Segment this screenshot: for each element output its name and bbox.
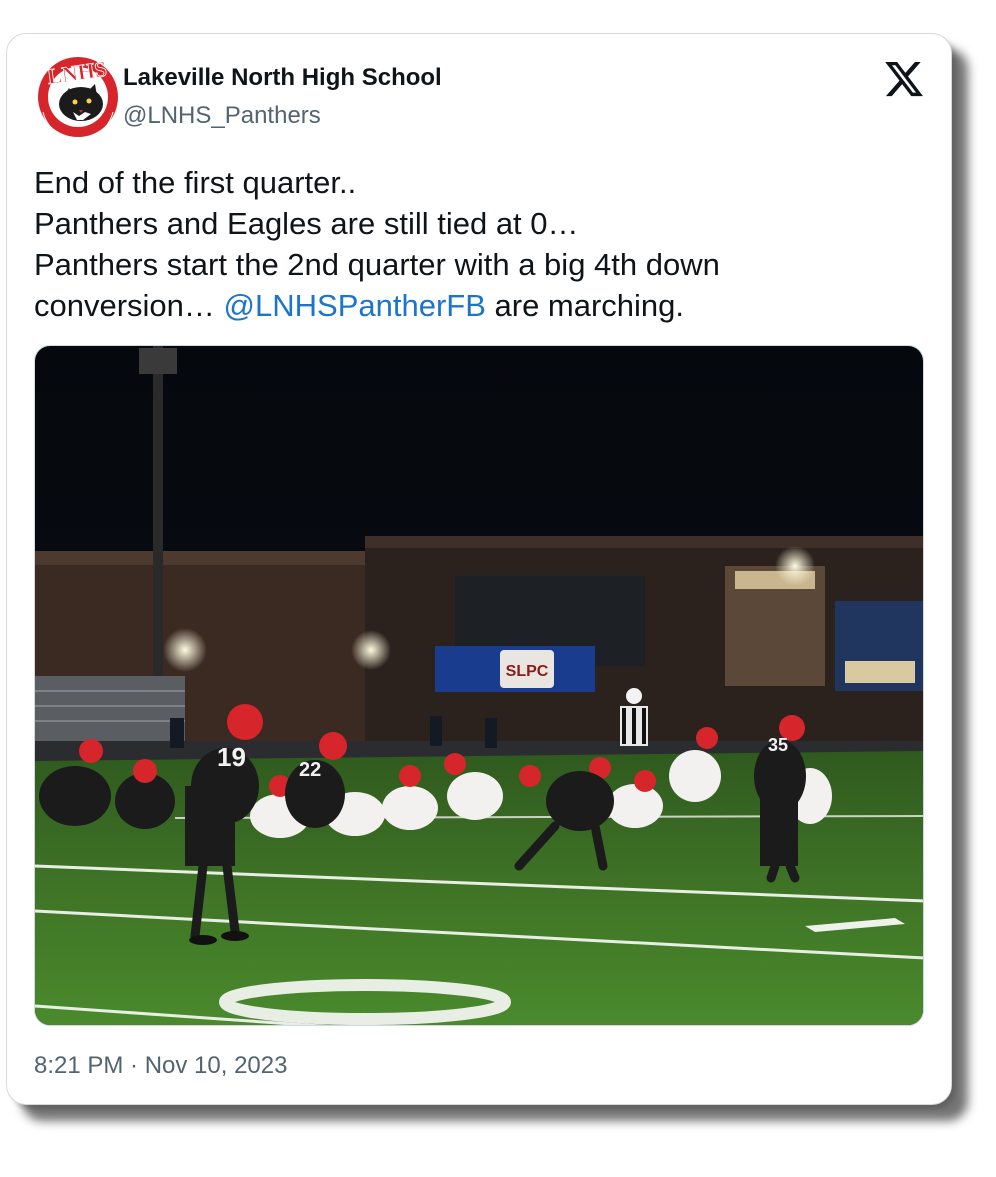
tweet-card: LNHS Lakeville North High School @LNHS_P…: [6, 33, 952, 1105]
lnhs-panther-logo-icon: LNHS: [36, 55, 120, 140]
author-handle[interactable]: @LNHS_Panthers: [123, 102, 321, 130]
tweet-line: Panthers start the 2nd quarter with a bi…: [34, 247, 720, 282]
scoreboard-sign-text: SLPC: [506, 663, 549, 680]
tweet-line: End of the first quarter..: [34, 165, 357, 200]
tweet-timestamp[interactable]: 8:21 PM · Nov 10, 2023: [34, 1052, 287, 1080]
tweet-line: conversion… @LNHSPantherFB are marching.: [34, 285, 914, 326]
jersey-number: 22: [299, 759, 321, 781]
tweet-line: Panthers and Eagles are still tied at 0…: [34, 206, 579, 241]
author-avatar[interactable]: LNHS: [35, 54, 121, 140]
x-logo-icon[interactable]: [883, 58, 925, 100]
tweet-text-segment: conversion…: [34, 288, 224, 323]
author-name[interactable]: Lakeville North High School: [123, 64, 442, 92]
tweet-text: End of the first quarter.. Panthers and …: [34, 162, 914, 326]
jersey-number: 19: [217, 742, 246, 772]
tweet-photo[interactable]: SLPC 0 19 22 35: [34, 345, 924, 1026]
tweet-text-segment: are marching.: [485, 288, 685, 323]
jersey-number: 35: [768, 735, 788, 755]
mention-link[interactable]: @LNHSPantherFB: [224, 288, 486, 323]
